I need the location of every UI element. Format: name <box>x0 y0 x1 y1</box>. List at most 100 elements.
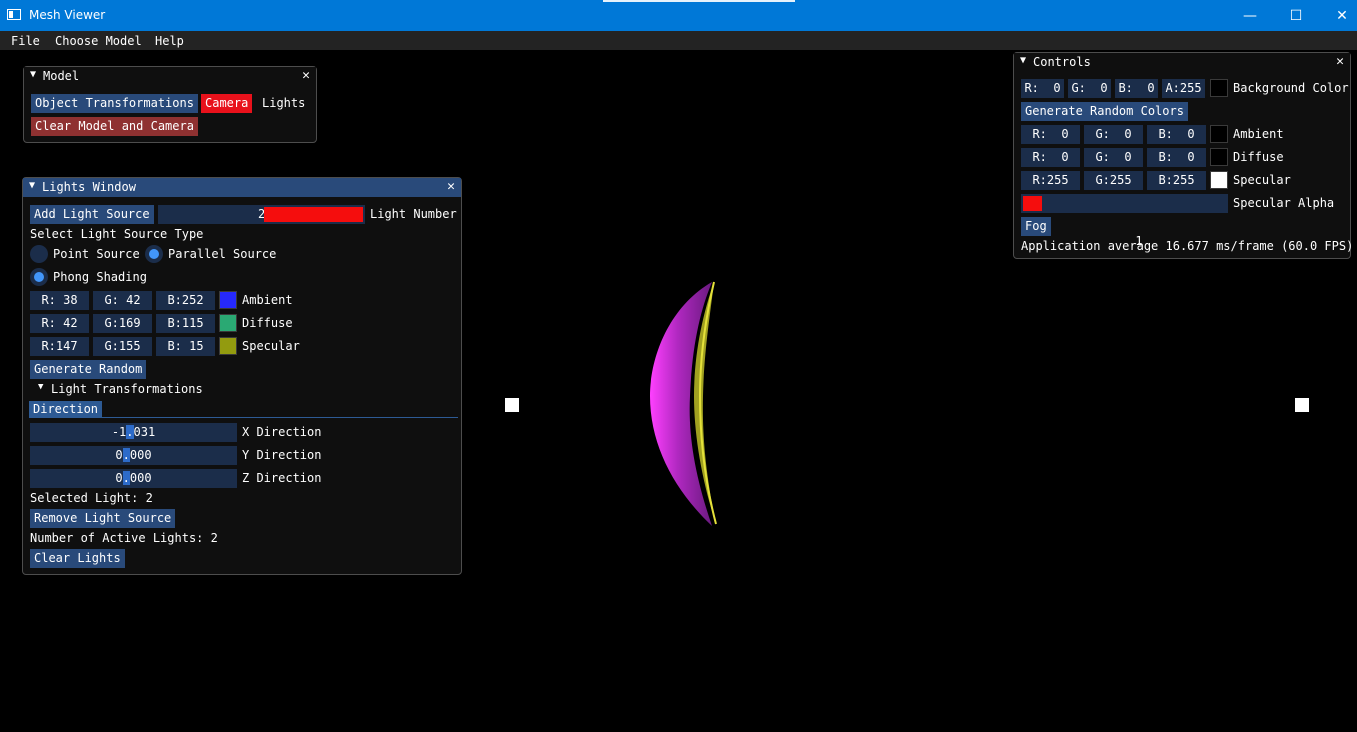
model-window-titlebar[interactable]: ▼ Model ✕ <box>24 67 316 86</box>
collapse-icon[interactable]: ▼ <box>30 69 36 80</box>
selected-light-text: Selected Light: 2 <box>30 491 153 505</box>
specular-b-field[interactable]: B: 15 <box>156 337 215 356</box>
x-direction-drag[interactable]: -1.031 <box>30 423 237 442</box>
parallel-source-label[interactable]: Parallel Source <box>168 247 276 261</box>
parallel-source-radio[interactable] <box>145 245 163 263</box>
diffuse-label: Diffuse <box>242 316 293 330</box>
specular-r-field[interactable]: R:147 <box>30 337 89 356</box>
ctrl-ambient-swatch[interactable] <box>1210 125 1228 143</box>
diffuse-g-field[interactable]: G:169 <box>93 314 152 333</box>
model-window: ▼ Model ✕ Object Transformations Camera … <box>23 66 317 143</box>
slider-grab[interactable] <box>264 207 363 222</box>
maximize-button[interactable]: ☐ <box>1273 0 1319 31</box>
bg-a-field[interactable]: A:255 <box>1162 79 1205 98</box>
specular-color-swatch[interactable] <box>219 337 237 355</box>
controls-window: ▼ Controls ✕ R: 0 G: 0 B: 0 A:255 Backgr… <box>1013 52 1354 259</box>
ctrl-ambient-g-field[interactable]: G: 0 <box>1084 125 1143 144</box>
ctrl-diffuse-r-field[interactable]: R: 0 <box>1021 148 1080 167</box>
clear-model-camera-button[interactable]: Clear Model and Camera <box>31 117 198 136</box>
light-number-label: Light Number <box>370 207 457 221</box>
generate-random-colors-button[interactable]: Generate Random Colors <box>1021 102 1188 121</box>
fps-text: Application average 16.677 ms/frame (60.… <box>1021 239 1354 253</box>
menu-choose-model[interactable]: Choose Model <box>55 34 142 48</box>
y-direction-drag[interactable]: 0.000 <box>30 446 237 465</box>
lights-window-title: Lights Window <box>42 180 136 194</box>
model-window-title: Model <box>43 69 80 83</box>
ctrl-ambient-b-field[interactable]: B: 0 <box>1147 125 1206 144</box>
phong-shading-radio[interactable] <box>30 268 48 286</box>
slider-grab[interactable] <box>1023 196 1042 211</box>
bg-g-field[interactable]: G: 0 <box>1068 79 1111 98</box>
window-title: Mesh Viewer <box>29 8 106 22</box>
ctrl-specular-b-field[interactable]: B:255 <box>1147 171 1206 190</box>
diffuse-color-swatch[interactable] <box>219 314 237 332</box>
clear-lights-button[interactable]: Clear Lights <box>30 549 125 568</box>
lights-window-titlebar[interactable]: ▼ Lights Window ✕ <box>23 178 461 197</box>
ctrl-diffuse-label: Diffuse <box>1233 150 1284 164</box>
light-marker <box>505 398 519 412</box>
specular-g-field[interactable]: G:155 <box>93 337 152 356</box>
phong-shading-label[interactable]: Phong Shading <box>53 270 147 284</box>
bg-color-swatch[interactable] <box>1210 79 1228 97</box>
window-titlebar: Mesh Viewer — ☐ ✕ <box>0 0 1357 31</box>
close-icon[interactable]: ✕ <box>1336 54 1344 69</box>
specular-alpha-slider[interactable]: 1 <box>1021 194 1228 248</box>
tree-arrow-icon[interactable]: ▼ <box>38 382 43 392</box>
z-direction-label: Z Direction <box>242 471 322 485</box>
ctrl-ambient-r-field[interactable]: R: 0 <box>1021 125 1080 144</box>
lights-window: ▼ Lights Window ✕ Add Light Source 2 Lig… <box>22 177 462 575</box>
point-source-label[interactable]: Point Source <box>53 247 140 261</box>
generate-random-button[interactable]: Generate Random <box>30 360 147 379</box>
ambient-b-field[interactable]: B:252 <box>156 291 215 310</box>
close-icon[interactable]: ✕ <box>302 68 310 83</box>
tab-underline <box>29 417 458 418</box>
bg-r-field[interactable]: R: 0 <box>1021 79 1064 98</box>
fog-button[interactable]: Fog <box>1021 217 1051 236</box>
y-direction-label: Y Direction <box>242 448 322 462</box>
mesh-model <box>650 281 717 526</box>
bg-color-label: Background Color <box>1233 81 1349 95</box>
ctrl-specular-g-field[interactable]: G:255 <box>1084 171 1143 190</box>
x-direction-label: X Direction <box>242 425 322 439</box>
select-type-label: Select Light Source Type <box>30 227 204 241</box>
menu-help[interactable]: Help <box>155 34 184 48</box>
ambient-label: Ambient <box>242 293 293 307</box>
light-transformations-node[interactable]: Light Transformations <box>51 382 203 396</box>
light-marker <box>1295 398 1309 412</box>
add-light-source-button[interactable]: Add Light Source <box>30 205 154 224</box>
remove-light-source-button[interactable]: Remove Light Source <box>30 509 176 528</box>
close-window-button[interactable]: ✕ <box>1319 0 1357 31</box>
close-icon[interactable]: ✕ <box>447 179 455 194</box>
controls-window-title: Controls <box>1033 55 1091 69</box>
diffuse-b-field[interactable]: B:115 <box>156 314 215 333</box>
ambient-g-field[interactable]: G: 42 <box>93 291 152 310</box>
ctrl-diffuse-g-field[interactable]: G: 0 <box>1084 148 1143 167</box>
specular-alpha-label: Specular Alpha <box>1233 196 1335 210</box>
z-direction-drag[interactable]: 0.000 <box>30 469 237 488</box>
ctrl-diffuse-b-field[interactable]: B: 0 <box>1147 148 1206 167</box>
bg-b-field[interactable]: B: 0 <box>1115 79 1158 98</box>
active-lights-text: Number of Active Lights: 2 <box>30 531 218 545</box>
ambient-r-field[interactable]: R: 38 <box>30 291 89 310</box>
light-number-slider[interactable]: 2 <box>158 205 365 224</box>
diffuse-r-field[interactable]: R: 42 <box>30 314 89 333</box>
object-transformations-button[interactable]: Object Transformations <box>31 94 198 113</box>
ctrl-specular-r-field[interactable]: R:255 <box>1021 171 1080 190</box>
ctrl-diffuse-swatch[interactable] <box>1210 148 1228 166</box>
ctrl-ambient-label: Ambient <box>1233 127 1284 141</box>
tab-direction[interactable]: Direction <box>29 401 103 418</box>
ambient-color-swatch[interactable] <box>219 291 237 309</box>
titlebar-accent <box>603 0 795 2</box>
controls-window-titlebar[interactable]: ▼ Controls ✕ <box>1014 53 1350 72</box>
minimize-button[interactable]: — <box>1227 0 1273 31</box>
menu-bar: File Choose Model Help <box>0 31 1357 50</box>
collapse-icon[interactable]: ▼ <box>29 180 35 191</box>
menu-file[interactable]: File <box>11 34 40 48</box>
specular-label: Specular <box>242 339 300 353</box>
point-source-radio[interactable] <box>30 245 48 263</box>
collapse-icon[interactable]: ▼ <box>1020 55 1026 66</box>
lights-button[interactable]: Lights <box>258 94 309 113</box>
ctrl-specular-swatch[interactable] <box>1210 171 1228 189</box>
camera-button[interactable]: Camera <box>201 94 253 113</box>
app-icon <box>7 9 21 20</box>
